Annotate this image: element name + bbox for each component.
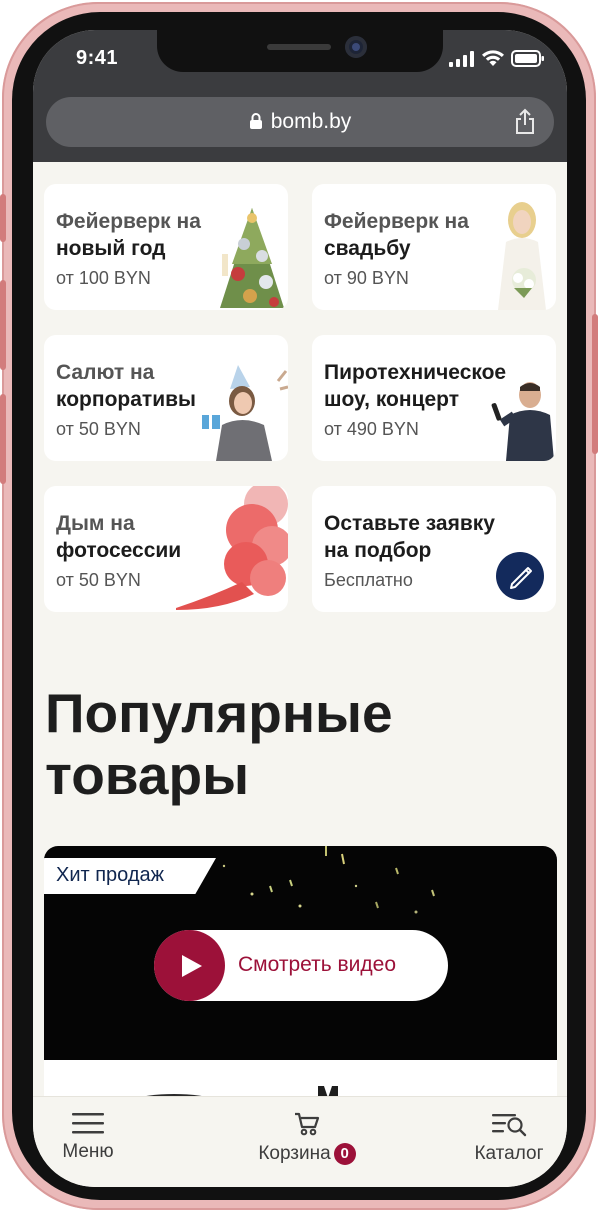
card-title: Фейерверк на свадьбу	[324, 210, 469, 260]
card-title: Оставьте заявку на подбор	[324, 512, 495, 562]
signal-icon	[449, 50, 474, 67]
section-title: Популярные товары	[45, 682, 393, 806]
nav-catalog-label: Каталог	[474, 1143, 544, 1164]
browser-header: 9:41 bomb.by	[33, 30, 567, 162]
card-title: Салют на корпоративы	[56, 361, 196, 411]
pen-icon	[510, 567, 532, 589]
red-smoke-image	[176, 486, 288, 610]
catalog-search-icon	[492, 1114, 527, 1137]
cart-count-badge: 0	[333, 1143, 356, 1165]
card-price: от 50 BYN	[56, 570, 141, 590]
party-woman-image	[202, 365, 288, 461]
nav-cart-label: Корзина 0	[251, 1143, 363, 1165]
notch	[157, 30, 443, 72]
nav-menu[interactable]: Меню	[57, 1111, 119, 1163]
card-wedding-fireworks[interactable]: Фейерверк на свадьбу от 90 BYN	[312, 184, 556, 310]
address-bar[interactable]: bomb.by	[46, 97, 554, 147]
card-title: Фейерверк на новый год	[56, 210, 201, 260]
battery-icon	[511, 50, 544, 67]
card-new-year-fireworks[interactable]: Фейерверк на новый год от 100 BYN	[44, 184, 288, 310]
wifi-icon	[482, 50, 504, 66]
card-price: от 490 BYN	[324, 419, 419, 439]
url-display[interactable]: bomb.by	[46, 110, 554, 134]
play-button[interactable]	[154, 930, 225, 1001]
card-corporate-salute[interactable]: Салют на корпоративы от 50 BYN	[44, 335, 288, 461]
card-pyrotechnic-show[interactable]: Пиротехническое шоу, концерт от 490 BYN	[312, 335, 556, 461]
screen: 9:41 bomb.by Фейерверк на новый год от 1…	[33, 30, 567, 1187]
nav-menu-label: Меню	[62, 1141, 114, 1162]
bestseller-badge: Хит продаж	[44, 858, 216, 894]
play-icon	[182, 955, 202, 977]
mute-switch	[0, 194, 6, 242]
card-price: от 90 BYN	[324, 268, 409, 288]
power-button	[592, 314, 598, 454]
speaker-grille	[267, 44, 331, 50]
card-request-selection[interactable]: Оставьте заявку на подбор Бесплатно	[312, 486, 556, 612]
bottom-nav: Меню Корзина 0 Каталог	[33, 1096, 567, 1187]
card-price: Бесплатно	[324, 570, 413, 590]
watch-video-button[interactable]: Смотреть видео	[154, 930, 448, 1001]
status-icons	[449, 50, 545, 67]
nav-cart[interactable]: Корзина 0	[251, 1111, 363, 1165]
camera-icon	[345, 36, 367, 58]
share-icon[interactable]	[514, 108, 536, 135]
volume-down-button	[0, 394, 6, 484]
card-title: Дым на фотосессии	[56, 512, 182, 562]
christmas-tree-image	[220, 208, 284, 308]
card-price: от 50 BYN	[56, 419, 141, 439]
card-price: от 100 BYN	[56, 268, 151, 288]
watch-video-label: Смотреть видео	[238, 953, 396, 976]
product-video[interactable]: Хит продаж Смотреть видео	[44, 846, 557, 1060]
lock-icon	[249, 113, 262, 129]
request-button[interactable]	[496, 552, 544, 600]
status-time: 9:41	[76, 47, 119, 69]
nav-catalog[interactable]: Каталог	[467, 1111, 551, 1165]
url-text: bomb.by	[270, 110, 352, 133]
menu-icon	[72, 1113, 104, 1134]
card-photo-smoke[interactable]: Дым на фотосессии от 50 BYN	[44, 486, 288, 612]
volume-up-button	[0, 280, 6, 370]
card-title: Пиротехническое шоу, концерт	[324, 361, 507, 411]
cart-icon	[295, 1112, 320, 1136]
bride-image	[498, 202, 546, 310]
